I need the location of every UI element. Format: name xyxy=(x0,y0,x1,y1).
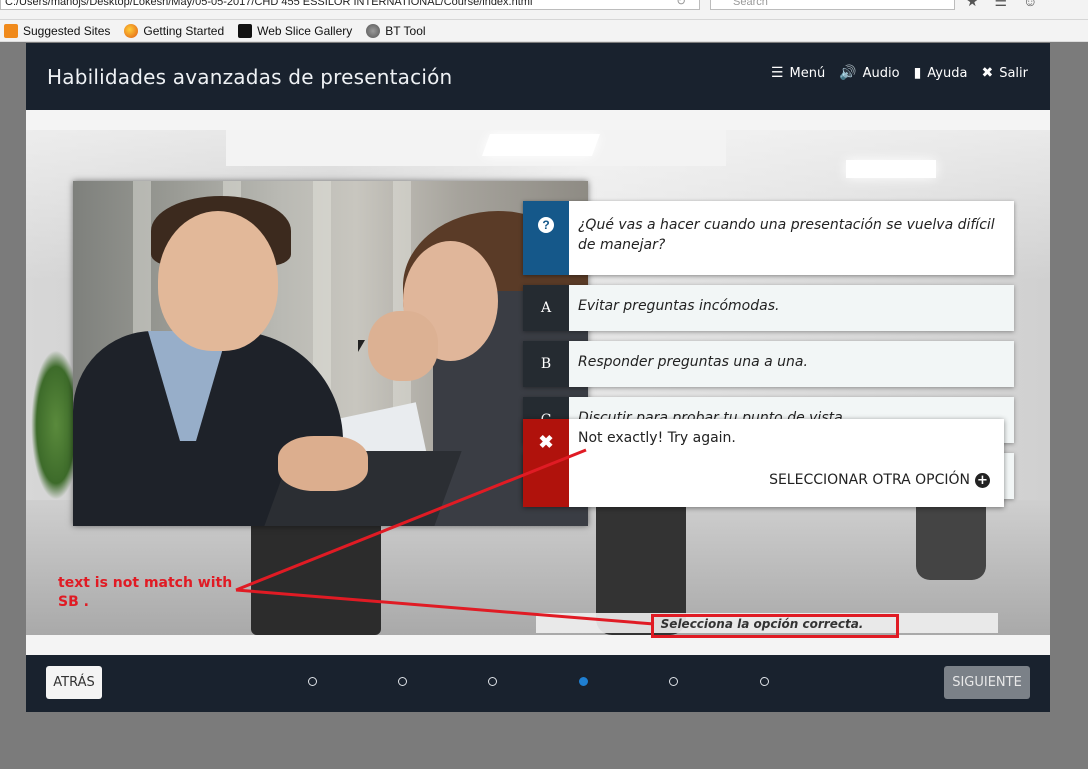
favorite-web-slice-gallery[interactable]: Web Slice Gallery xyxy=(238,23,352,38)
course-bottom-bar: ATRÁS SIGUIENTE xyxy=(26,655,1050,712)
back-button[interactable]: ATRÁS xyxy=(46,666,102,699)
plus-circle-icon: + xyxy=(975,472,990,488)
favorite-suggested-sites[interactable]: Suggested Sites xyxy=(4,23,110,38)
option-letter: B xyxy=(523,341,569,387)
select-another-option-button[interactable]: SELECCIONAR OTRA OPCIÓN + xyxy=(769,472,990,488)
page-dot-2[interactable] xyxy=(398,677,407,686)
favorites-bar: Suggested Sites Getting Started Web Slic… xyxy=(0,20,1088,42)
question-icon-block: ? xyxy=(523,201,569,275)
menu-icon: ☰ xyxy=(770,65,784,81)
mouse-cursor xyxy=(358,340,365,352)
question-text: ¿Qué vas a hacer cuando una presentación… xyxy=(578,217,995,253)
book-icon: ▮ xyxy=(913,65,922,81)
feedback-popup: ✖ Not exactly! Try again. SELECCIONAR OT… xyxy=(523,419,1004,507)
course-title: Habilidades avanzadas de presentación xyxy=(47,65,453,89)
option-b[interactable]: B Responder preguntas una a una. xyxy=(523,341,1014,387)
page-dot-5[interactable] xyxy=(669,677,678,686)
favorite-bt-tool[interactable]: BT Tool xyxy=(366,23,426,38)
arguing-colleagues-photo xyxy=(73,181,588,526)
next-button[interactable]: SIGUIENTE xyxy=(944,666,1030,699)
reload-icon[interactable]: ↻ xyxy=(676,0,686,8)
url-field[interactable]: C:/Users/manojs/Desktop/Lokesh/May/05-05… xyxy=(0,0,700,10)
feedback-message: Not exactly! Try again. xyxy=(578,430,736,446)
close-icon: ✖ xyxy=(981,65,994,81)
speaker-icon: 🔊 xyxy=(839,65,857,81)
option-letter: A xyxy=(523,285,569,331)
globe-icon xyxy=(366,23,381,38)
page-dot-3[interactable] xyxy=(488,677,497,686)
search-input[interactable]: Search xyxy=(710,0,955,10)
course-nav: ☰ Menú 🔊 Audio ▮ Ayuda ✖ Salir xyxy=(771,65,1028,81)
favorite-getting-started[interactable]: Getting Started xyxy=(124,23,224,38)
option-text: Evitar preguntas incómodas. xyxy=(578,298,780,314)
toolbar-icons[interactable]: ★☰☺ xyxy=(966,0,1053,10)
suggested-sites-icon xyxy=(4,23,18,38)
annotation-highlight-box xyxy=(651,614,899,638)
exit-button[interactable]: ✖ Salir xyxy=(981,65,1028,81)
browser-address-bar: C:/Users/manojs/Desktop/Lokesh/May/05-05… xyxy=(0,0,1088,20)
help-button[interactable]: ▮ Ayuda xyxy=(914,65,968,81)
page-dot-1[interactable] xyxy=(308,677,317,686)
annotation-note: text is not match with SB . xyxy=(58,575,233,610)
screenshot-root: C:/Users/manojs/Desktop/Lokesh/May/05-05… xyxy=(0,0,1088,769)
audio-button[interactable]: 🔊 Audio xyxy=(839,65,899,81)
course-header: Habilidades avanzadas de presentación ☰ … xyxy=(26,43,1050,110)
page-dot-4-active[interactable] xyxy=(579,677,588,686)
question-box: ? ¿Qué vas a hacer cuando una presentaci… xyxy=(523,201,1014,275)
page-dot-6[interactable] xyxy=(760,677,769,686)
close-icon: ✖ xyxy=(523,419,569,507)
firefox-icon xyxy=(124,23,139,38)
option-a[interactable]: A Evitar preguntas incómodas. xyxy=(523,285,1014,331)
question-icon: ? xyxy=(538,217,554,233)
menu-button[interactable]: ☰ Menú xyxy=(771,65,825,81)
web-slice-icon xyxy=(238,23,253,38)
option-text: Responder preguntas una a una. xyxy=(578,354,808,370)
